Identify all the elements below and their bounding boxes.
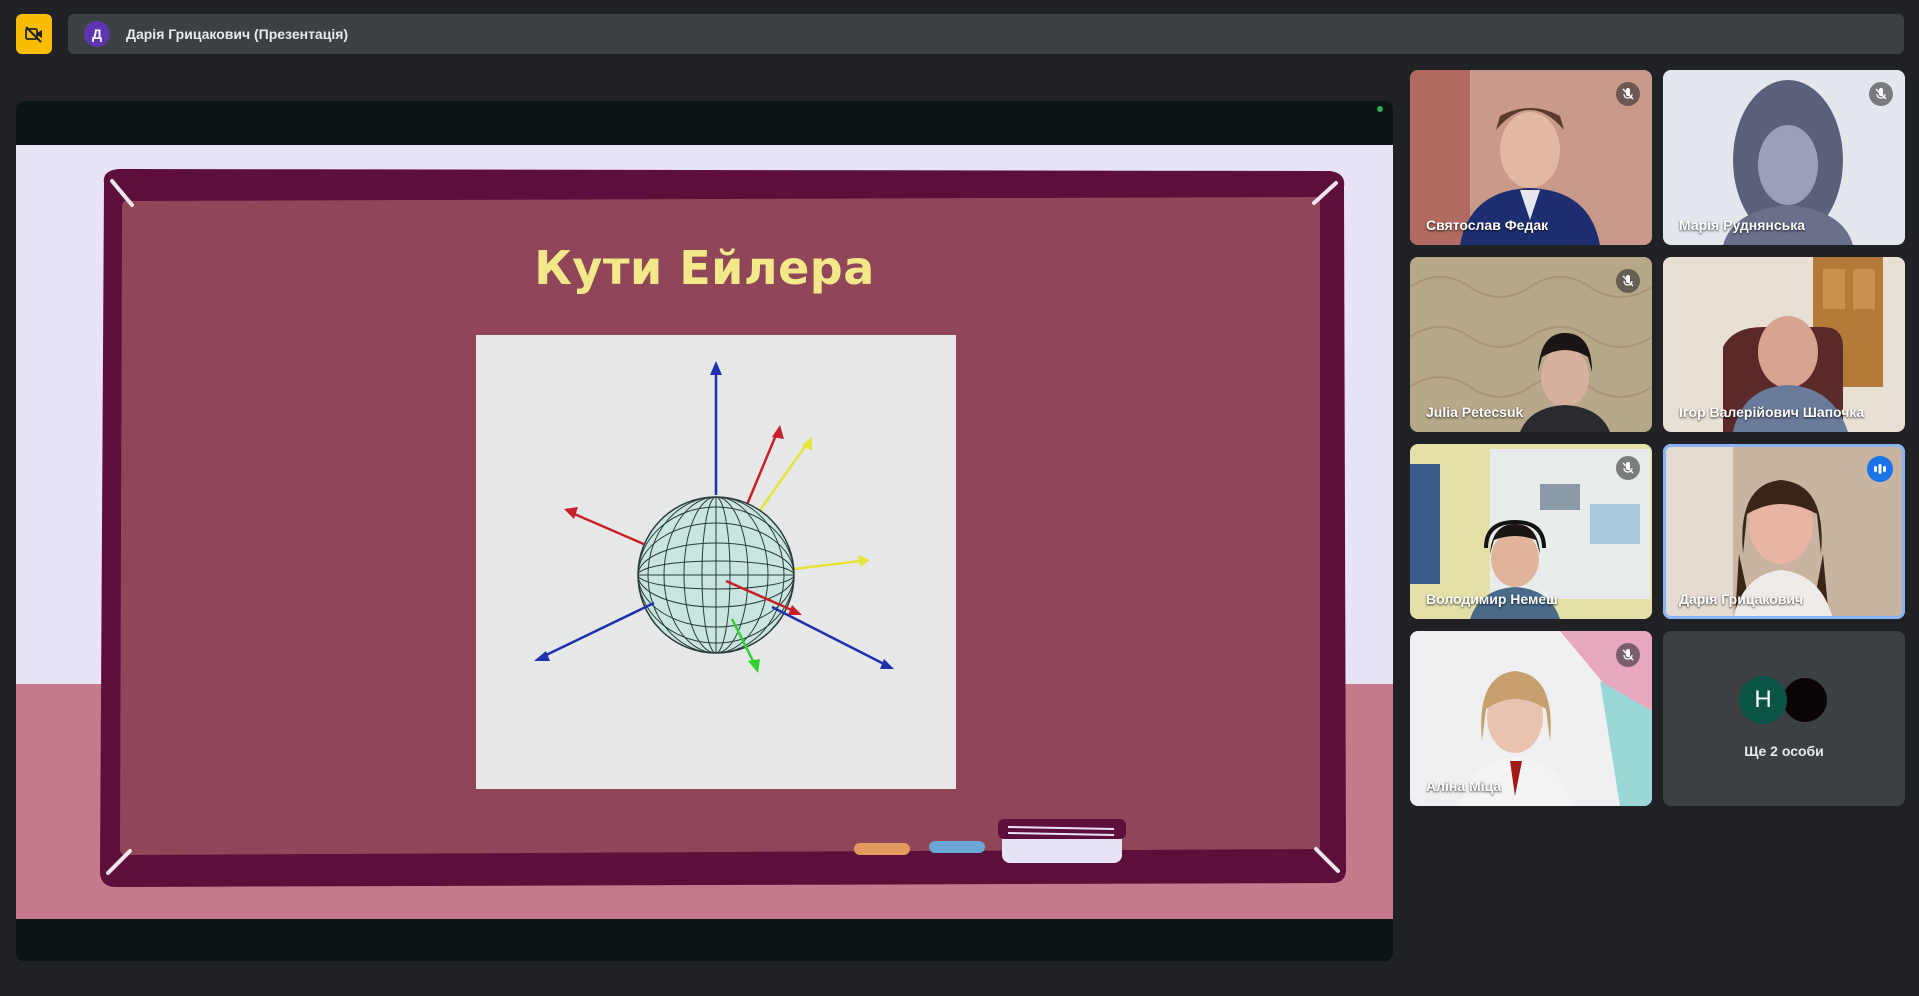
- mic-off-icon: [1622, 462, 1634, 474]
- presentation-bar: Д Дарія Грицакович (Презентація): [68, 14, 1904, 54]
- more-avatars: H: [1739, 676, 1839, 724]
- participant-name: Марія Руднянська: [1679, 217, 1806, 233]
- participant-tile-speaking[interactable]: Дарія Грицакович: [1663, 444, 1905, 619]
- slide-title: Кути Ейлера: [534, 241, 875, 295]
- participant-tile[interactable]: Володимир Немеш: [1410, 444, 1652, 619]
- participant-name: Святослав Федак: [1426, 217, 1549, 233]
- participant-name: Ігор Валерійович Шапочка: [1679, 404, 1865, 420]
- participant-name: Володимир Немеш: [1426, 591, 1558, 607]
- mic-off-badge: [1869, 82, 1893, 106]
- mic-off-badge: [1616, 643, 1640, 667]
- euler-angles-figure: [476, 335, 956, 789]
- mic-off-badge: [1616, 82, 1640, 106]
- participant-name: Аліна Міца: [1426, 778, 1502, 794]
- meet-stage: Д Дарія Грицакович (Презентація) Кути Ей…: [0, 0, 1919, 996]
- presentation-view[interactable]: Кути Ейлера: [16, 101, 1393, 961]
- participant-tile[interactable]: Марія Руднянська: [1663, 70, 1905, 245]
- participant-avatar: [1781, 676, 1829, 724]
- speaking-indicator: [1867, 456, 1893, 482]
- participant-name: Дарія Грицакович: [1679, 591, 1804, 607]
- participant-avatar: H: [1739, 676, 1787, 724]
- slide: Кути Ейлера: [16, 145, 1393, 919]
- participant-tile[interactable]: Аліна Міца: [1410, 631, 1652, 806]
- mic-off-icon: [1875, 88, 1887, 100]
- camera-off-icon: [25, 26, 42, 43]
- mic-off-icon: [1622, 649, 1634, 661]
- more-participants-tile[interactable]: H Ще 2 особи: [1663, 631, 1905, 806]
- participant-tile[interactable]: Святослав Федак: [1410, 70, 1652, 245]
- mic-off-icon: [1622, 88, 1634, 100]
- presenter-label: Дарія Грицакович (Презентація): [126, 26, 349, 42]
- more-participants-label: Ще 2 особи: [1744, 743, 1824, 759]
- mic-off-icon: [1622, 275, 1634, 287]
- participant-tile[interactable]: Julia Petecsuk: [1410, 257, 1652, 432]
- camera-off-button[interactable]: [16, 14, 52, 54]
- mic-off-badge: [1616, 456, 1640, 480]
- mic-off-badge: [1616, 269, 1640, 293]
- live-indicator: [1377, 106, 1383, 112]
- participant-tile[interactable]: Ігор Валерійович Шапочка: [1663, 257, 1905, 432]
- participant-name: Julia Petecsuk: [1426, 404, 1524, 420]
- presenter-avatar: Д: [84, 21, 110, 47]
- audio-bars-icon: [1874, 464, 1886, 474]
